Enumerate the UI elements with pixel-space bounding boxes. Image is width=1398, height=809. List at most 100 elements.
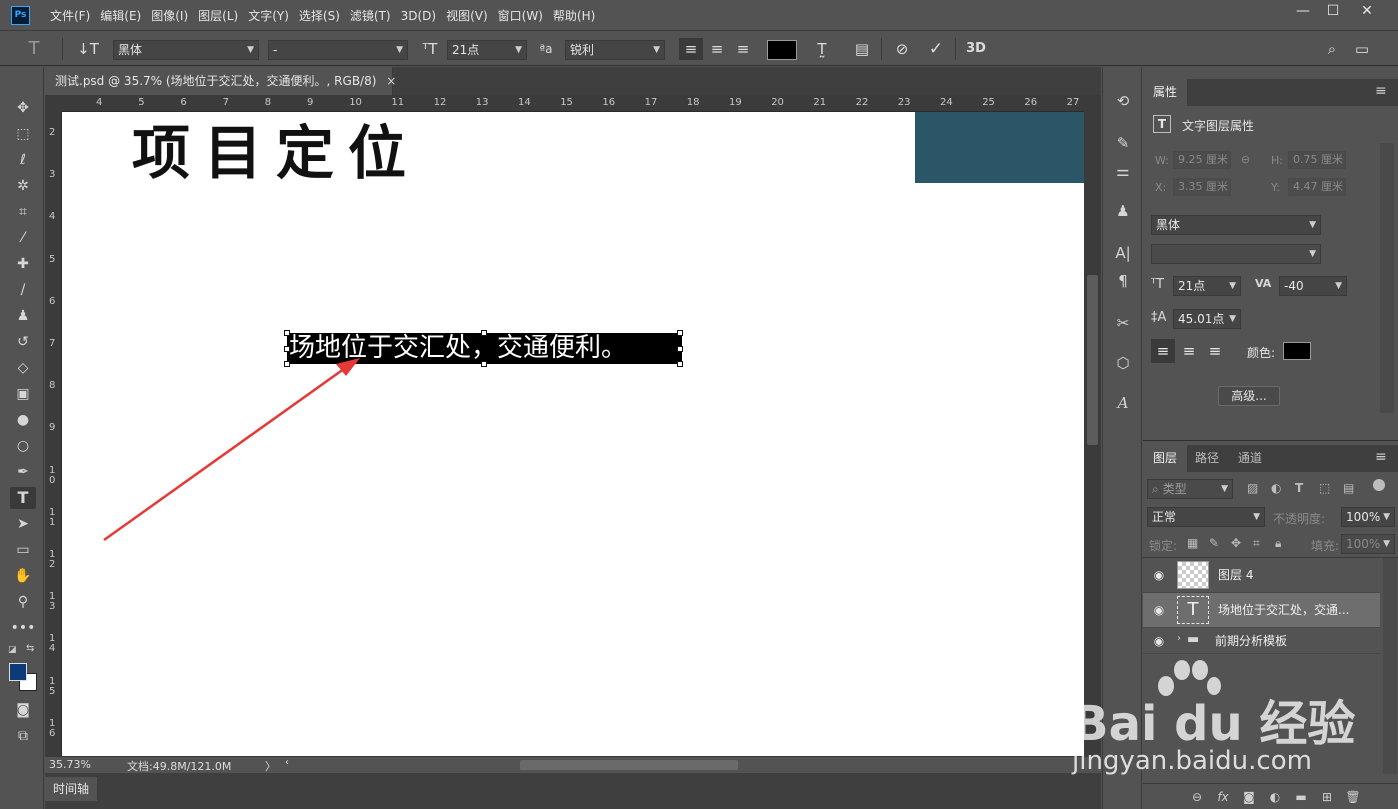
tab-paths[interactable]: 路径	[1185, 445, 1229, 472]
link-dimensions-icon[interactable]: ⊖	[1241, 153, 1250, 166]
layer-name[interactable]: 图层 4	[1218, 558, 1253, 593]
adjustment-icon[interactable]: ◐	[1265, 788, 1285, 806]
filter-type-icon[interactable]: T	[1295, 481, 1303, 495]
mask-icon[interactable]: ◙	[1239, 788, 1259, 806]
align-center-icon[interactable]: ≡	[705, 38, 729, 60]
default-colors-icon[interactable]: ◪	[8, 645, 18, 655]
crop-tool-icon[interactable]: ⌗	[10, 201, 36, 223]
character-panel-icon[interactable]: ▤	[850, 38, 874, 60]
quick-mask-icon[interactable]: ◙	[10, 699, 36, 721]
font-size-select[interactable]: 21点 ▼	[447, 40, 527, 60]
cancel-edit-icon[interactable]: ⊘	[890, 38, 914, 60]
eyedropper-tool-icon[interactable]: ⁄	[10, 227, 36, 249]
opacity-field[interactable]: 100% ▼	[1341, 507, 1395, 527]
paragraph-icon[interactable]: ¶	[1111, 269, 1135, 293]
x-field[interactable]: 3.35 厘米	[1173, 178, 1231, 196]
tab-properties[interactable]: 属性	[1143, 79, 1188, 106]
visibility-eye-icon[interactable]: ◉	[1151, 602, 1167, 618]
width-field[interactable]: 9.25 厘米	[1173, 151, 1231, 169]
font-style-select[interactable]: - ▼	[268, 40, 408, 60]
y-field[interactable]: 4.47 厘米	[1288, 178, 1346, 196]
create-3d-button[interactable]: 3D	[964, 38, 988, 60]
lock-image-icon[interactable]: ✎	[1209, 536, 1219, 550]
group-icon[interactable]: ▬	[1291, 788, 1311, 806]
move-tool-icon[interactable]: ✥	[10, 97, 36, 119]
document-tab[interactable]: 测试.psd @ 35.7% (场地位于交汇处，交通便利。, RGB/8) ×	[45, 67, 396, 95]
zoom-level[interactable]: 35.73%	[49, 758, 91, 771]
swap-colors-icon[interactable]: ⇆	[26, 643, 38, 655]
lock-transparent-icon[interactable]: ▦	[1187, 536, 1198, 550]
lock-artboard-icon[interactable]: ⌗	[1253, 536, 1260, 551]
properties-font-size-select[interactable]: 21点 ▼	[1173, 276, 1241, 296]
layers-scrollbar[interactable]	[1383, 558, 1397, 774]
document-canvas[interactable]: 项目定位 场地位于交汇处，交通便利。	[62, 112, 1084, 756]
timeline-tab[interactable]: 时间轴	[45, 777, 97, 801]
clone-source-icon[interactable]: ♟	[1111, 199, 1135, 223]
align-right-icon[interactable]: ≡	[731, 38, 755, 60]
tab-channels[interactable]: 通道	[1228, 445, 1272, 472]
layer-filter-select[interactable]: ⌕ 类型 ▼	[1147, 479, 1233, 499]
zoom-tool-icon[interactable]: ⚲	[10, 591, 36, 613]
adjustments-icon[interactable]: ⚌	[1111, 159, 1135, 183]
link-icon[interactable]: ⊖	[1187, 788, 1207, 806]
history-icon[interactable]: ⟲	[1111, 89, 1135, 113]
properties-font-family-select[interactable]: 黑体 ▼	[1151, 215, 1321, 235]
expand-group-icon[interactable]: ›	[1177, 633, 1181, 644]
path-selection-tool-icon[interactable]: ➤	[10, 513, 36, 535]
menu-layer[interactable]: 图层(L)	[193, 7, 243, 24]
3d-icon[interactable]: ⬡	[1111, 351, 1135, 375]
filter-pixel-icon[interactable]: ▨	[1247, 481, 1258, 495]
advanced-button[interactable]: 高级...	[1218, 386, 1280, 406]
lasso-tool-icon[interactable]: ℓ	[10, 149, 36, 171]
close-window-button[interactable]: ✕	[1352, 2, 1382, 22]
type-tool-icon[interactable]: T	[10, 487, 36, 509]
align-left-icon[interactable]: ≡	[679, 38, 703, 60]
blur-tool-icon[interactable]: ●	[10, 409, 36, 431]
layer-name[interactable]: 前期分析模板	[1215, 628, 1287, 654]
minimize-button[interactable]: —	[1288, 2, 1318, 22]
scrollbar-thumb[interactable]	[1087, 275, 1098, 445]
brush-settings-icon[interactable]: ✎	[1111, 131, 1135, 155]
text-color-swatch[interactable]	[767, 40, 797, 60]
layer-row[interactable]: ◉ T 场地位于交汇处，交通...	[1143, 593, 1380, 628]
warp-text-icon[interactable]: T̰	[810, 38, 834, 60]
screen-mode-icon[interactable]: ⧉	[10, 725, 36, 747]
filter-smart-object-icon[interactable]: ▤	[1343, 481, 1354, 495]
menu-window[interactable]: 窗口(W)	[493, 7, 548, 24]
workspace-icon[interactable]: ▭	[1350, 38, 1374, 60]
character-icon[interactable]: A|	[1111, 241, 1135, 265]
menu-file[interactable]: 文件(F)	[45, 7, 95, 24]
tab-layers[interactable]: 图层	[1143, 445, 1188, 472]
font-family-select[interactable]: 黑体 ▼	[113, 40, 259, 60]
glyphs-icon[interactable]: A	[1111, 391, 1135, 415]
history-brush-tool-icon[interactable]: ↺	[10, 331, 36, 353]
eraser-tool-icon[interactable]: ◇	[10, 357, 36, 379]
menu-help[interactable]: 帮助(H)	[548, 7, 600, 24]
horizontal-scrollbar-thumb[interactable]	[520, 760, 738, 770]
leading-select[interactable]: 45.01点 ▼	[1173, 309, 1241, 329]
layer-row[interactable]: ◉ › ▬ 前期分析模板	[1143, 628, 1380, 654]
tools-preset-icon[interactable]: ✂	[1111, 311, 1135, 335]
filter-adjustment-icon[interactable]: ◐	[1271, 481, 1281, 495]
blend-mode-select[interactable]: 正常 ▼	[1147, 507, 1265, 527]
rectangle-tool-icon[interactable]: ▭	[10, 539, 36, 561]
panel-menu-icon[interactable]: ≡	[1375, 83, 1387, 99]
properties-color-swatch[interactable]	[1283, 342, 1311, 360]
properties-font-style-select[interactable]: ▼	[1151, 244, 1321, 264]
marquee-tool-icon[interactable]: ⬚	[10, 123, 36, 145]
pen-tool-icon[interactable]: ✒	[10, 461, 36, 483]
dodge-tool-icon[interactable]: ○	[10, 435, 36, 457]
type-tool-preset-icon[interactable]: T	[22, 38, 46, 60]
healing-brush-tool-icon[interactable]: ✚	[10, 253, 36, 275]
gradient-tool-icon[interactable]: ▣	[10, 383, 36, 405]
foreground-color-swatch[interactable]	[9, 663, 27, 681]
canvas-vertical-scrollbar[interactable]	[1084, 95, 1101, 756]
toggle-orientation-icon[interactable]: ↓T	[76, 38, 100, 60]
delete-icon[interactable]: 🗑︎	[1343, 788, 1363, 806]
scroll-left-icon[interactable]: ‹	[285, 757, 289, 768]
menu-type[interactable]: 文字(Y)	[243, 7, 294, 24]
brush-tool-icon[interactable]: /	[10, 279, 36, 301]
properties-align-right-icon[interactable]: ≡	[1203, 339, 1227, 363]
menu-3d[interactable]: 3D(D)	[396, 9, 441, 23]
commit-edit-icon[interactable]: ✓	[924, 38, 948, 60]
